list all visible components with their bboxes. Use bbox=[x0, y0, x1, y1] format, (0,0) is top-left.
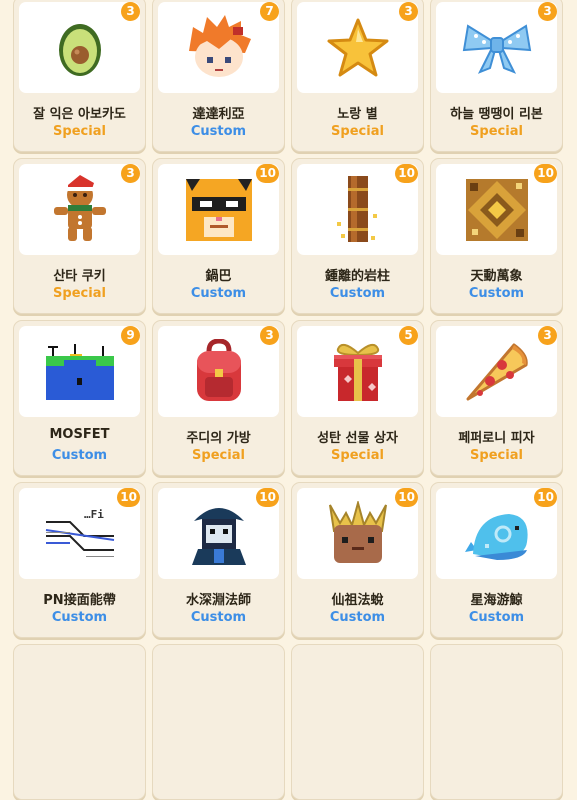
svg-text:…Fi: …Fi bbox=[84, 508, 104, 521]
orange-hair-character-icon bbox=[188, 14, 251, 77]
item-name: 鍋巴 bbox=[205, 269, 232, 284]
item-name: 仙祖法蛻 bbox=[331, 593, 384, 608]
mosfet-diagram-icon bbox=[45, 343, 114, 400]
count-badge: 3 bbox=[121, 164, 140, 183]
item-tag: Special bbox=[53, 124, 106, 139]
item-tag: Custom bbox=[468, 286, 525, 301]
count-badge: 3 bbox=[399, 2, 418, 21]
count-badge: 10 bbox=[395, 488, 418, 507]
item-name: 天動萬象 bbox=[470, 269, 523, 284]
gingerbread-cookie-icon bbox=[53, 174, 106, 241]
item-name: PN接面能帶 bbox=[43, 593, 116, 608]
item-card[interactable]: 10 天動萬象 Custom bbox=[430, 158, 563, 314]
item-card-partial[interactable] bbox=[291, 644, 424, 800]
item-name: 성탄 선물 상자 bbox=[317, 431, 398, 446]
item-name: 주디의 가방 bbox=[186, 431, 251, 446]
blue-whale-icon bbox=[464, 513, 528, 560]
avocado-icon bbox=[58, 23, 101, 76]
item-name: 산타 쿠키 bbox=[53, 269, 106, 284]
item-tag: Custom bbox=[329, 286, 386, 301]
item-card[interactable]: 7 達達利亞 Custom bbox=[152, 0, 285, 152]
count-badge: 10 bbox=[534, 488, 557, 507]
item-card[interactable]: 10 鍾離的岩柱 Custom bbox=[291, 158, 424, 314]
item-card[interactable]: 3 산타 쿠키 Special bbox=[13, 158, 146, 314]
blue-ribbon-icon bbox=[462, 23, 531, 74]
item-card[interactable]: …Fi 10 PN接面能帶 Custom bbox=[13, 482, 146, 638]
geo-shield-icon bbox=[465, 178, 528, 241]
item-card[interactable]: 3 페퍼로니 피자 Special bbox=[430, 320, 563, 476]
gift-box-icon bbox=[333, 343, 382, 401]
count-badge: 3 bbox=[121, 2, 140, 21]
item-tag: Custom bbox=[329, 610, 386, 625]
count-badge: 3 bbox=[538, 326, 557, 345]
item-tag: Special bbox=[53, 286, 106, 301]
count-badge: 10 bbox=[117, 488, 140, 507]
count-badge: 5 bbox=[399, 326, 418, 345]
item-name: 잘 익은 아보카도 bbox=[33, 107, 126, 122]
item-tag: Custom bbox=[190, 286, 247, 301]
count-badge: 3 bbox=[538, 2, 557, 21]
pizza-slice-icon bbox=[466, 343, 528, 400]
item-card[interactable]: 10 鍋巴 Custom bbox=[152, 158, 285, 314]
count-badge: 7 bbox=[260, 2, 279, 21]
item-tag: Special bbox=[331, 124, 384, 139]
item-card-partial[interactable] bbox=[430, 644, 563, 800]
red-backpack-icon bbox=[196, 338, 241, 401]
item-card-partial[interactable] bbox=[152, 644, 285, 800]
item-card[interactable]: 10 星海游鯨 Custom bbox=[430, 482, 563, 638]
item-card[interactable]: 3 잘 익은 아보카도 Special bbox=[13, 0, 146, 152]
abyss-mage-icon bbox=[191, 507, 246, 565]
item-name: 星海游鯨 bbox=[470, 593, 523, 608]
item-card[interactable]: 3 노랑 별 Special bbox=[291, 0, 424, 152]
count-badge: 9 bbox=[121, 326, 140, 345]
item-tag: Custom bbox=[190, 610, 247, 625]
count-badge: 10 bbox=[395, 164, 418, 183]
item-card[interactable]: 3 주디의 가방 Special bbox=[152, 320, 285, 476]
count-badge: 10 bbox=[256, 488, 279, 507]
item-tag: Custom bbox=[51, 448, 108, 463]
item-tag: Custom bbox=[51, 610, 108, 625]
pn-junction-band-icon: …Fi bbox=[45, 508, 114, 557]
item-tag: Special bbox=[192, 448, 245, 463]
count-badge: 10 bbox=[256, 164, 279, 183]
item-grid: 3 잘 익은 아보카도 Special 7 達達利亞 Custom 3 노랑 별… bbox=[13, 0, 563, 800]
item-tag: Custom bbox=[190, 124, 247, 139]
item-card[interactable]: 10 水深淵法師 Custom bbox=[152, 482, 285, 638]
item-name: 페퍼로니 피자 bbox=[458, 431, 535, 446]
count-badge: 10 bbox=[534, 164, 557, 183]
item-name: 水深淵法師 bbox=[185, 593, 251, 608]
item-name: 達達利亞 bbox=[192, 107, 245, 122]
item-name: 하늘 땡땡이 리본 bbox=[450, 107, 543, 122]
item-name: MOSFET bbox=[49, 427, 110, 442]
item-tag: Special bbox=[470, 124, 523, 139]
item-tag: Special bbox=[470, 448, 523, 463]
item-card[interactable]: 9 MOSFET Custom bbox=[13, 320, 146, 476]
item-tag: Custom bbox=[468, 610, 525, 625]
stone-pillar-icon bbox=[336, 175, 377, 242]
item-card[interactable]: 10 仙祖法蛻 Custom bbox=[291, 482, 424, 638]
count-badge: 3 bbox=[260, 326, 279, 345]
item-name: 鍾離的岩柱 bbox=[324, 269, 390, 284]
item-name: 노랑 별 bbox=[337, 107, 378, 122]
star-icon bbox=[327, 18, 388, 76]
masked-cat-icon bbox=[185, 178, 252, 241]
item-card-partial[interactable] bbox=[13, 644, 146, 800]
item-tag: Special bbox=[331, 448, 384, 463]
item-card[interactable]: 3 하늘 땡땡이 리본 Special bbox=[430, 0, 563, 152]
dragon-creature-icon bbox=[328, 500, 387, 563]
item-card[interactable]: 5 성탄 선물 상자 Special bbox=[291, 320, 424, 476]
